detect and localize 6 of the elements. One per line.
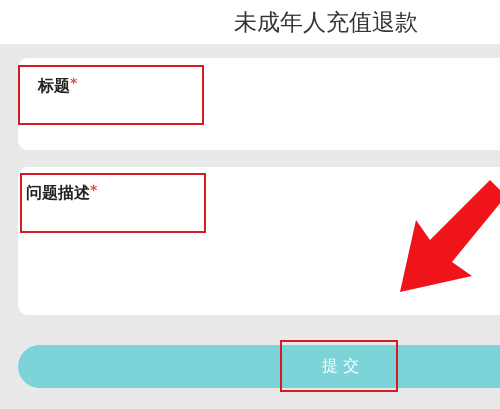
field-label: 问题描述* [26, 183, 98, 204]
form-field[interactable]: 标题* [18, 58, 500, 150]
form-field[interactable]: 问题描述* [18, 167, 500, 315]
field-label: 标题* [38, 76, 78, 97]
arrow-icon [400, 180, 500, 292]
page-title: 未成年人充值退款 [234, 8, 418, 38]
